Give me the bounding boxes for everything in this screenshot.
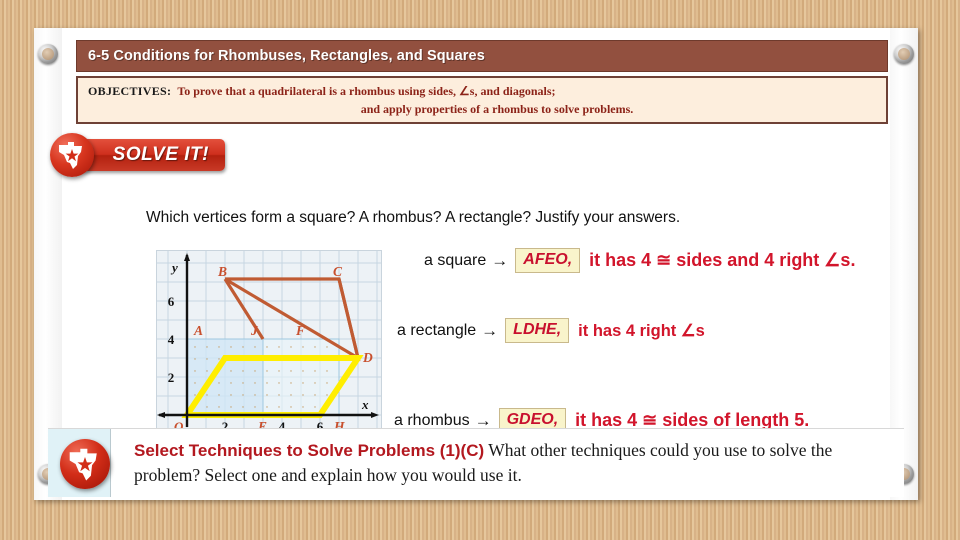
- point-label-A: A: [193, 323, 203, 338]
- slide-canvas: 6-5 Conditions for Rhombuses, Rectangles…: [34, 28, 918, 500]
- objectives-box: OBJECTIVES: To prove that a quadrilateral…: [76, 76, 888, 124]
- x-axis-arrow-left-icon: [157, 412, 165, 418]
- page-title: 6-5 Conditions for Rhombuses, Rectangles…: [88, 48, 485, 64]
- y-tick-4: 4: [168, 332, 175, 347]
- answer-chip-square[interactable]: AFEO,: [515, 248, 581, 273]
- answer-lead-rectangle: a rectangle: [397, 321, 477, 339]
- objectives-label: OBJECTIVES:: [88, 84, 172, 98]
- point-label-F: F: [295, 323, 305, 338]
- answer-lead-rhombus: a rhombus: [394, 411, 470, 429]
- texas-seal-icon: [60, 439, 110, 489]
- point-label-D: D: [362, 350, 373, 365]
- axis-label-x: x: [361, 397, 369, 412]
- teks-callout: Select Techniques to Solve Problems (1)(…: [48, 428, 904, 497]
- brown-segment-cd: [337, 278, 360, 359]
- question-text: Which vertices form a square? A rhombus?…: [146, 209, 681, 226]
- slide-title-bar: 6-5 Conditions for Rhombuses, Rectangles…: [76, 40, 888, 72]
- graph-svg: y x O 2 4 6 2 4 6 B C A J F D E H: [157, 251, 381, 435]
- x-axis-arrow-icon: [371, 412, 379, 418]
- answer-lead-square: a square: [424, 251, 487, 269]
- point-label-J: J: [250, 323, 259, 338]
- objectives-text-1: To prove that a quadrilateral is a rhomb…: [177, 84, 556, 98]
- arrow-icon: →: [481, 320, 499, 340]
- teks-text-block: Select Techniques to Solve Problems (1)(…: [134, 438, 878, 488]
- teks-title: Select Techniques to Solve Problems (1)(…: [134, 441, 485, 460]
- coordinate-graph: y x O 2 4 6 2 4 6 B C A J F D E H: [156, 250, 382, 436]
- objectives-text-2: and apply properties of a rhombus to sol…: [360, 102, 634, 116]
- answer-chip-rectangle[interactable]: LDHE,: [505, 318, 570, 343]
- answer-row-rectangle: a rectangle → LDHE, it has 4 right ∠s: [397, 318, 705, 343]
- rivet-icon: [894, 44, 914, 64]
- answer-row-square: a square → AFEO, it has 4 ≅ sides and 4 …: [424, 248, 855, 273]
- solve-it-banner[interactable]: SOLVE IT!: [48, 133, 228, 177]
- blue-rect-left: [186, 338, 264, 416]
- y-tick-6: 6: [168, 294, 175, 309]
- point-label-B: B: [217, 264, 227, 279]
- rivet-icon: [38, 44, 58, 64]
- y-axis-arrow-icon: [184, 253, 190, 261]
- objectives-line-1: OBJECTIVES: To prove that a quadrilateral…: [88, 84, 556, 99]
- point-label-C: C: [333, 264, 343, 279]
- texas-seal-icon: [50, 133, 94, 177]
- texas-state-icon: [59, 142, 82, 169]
- arrow-icon: →: [491, 250, 509, 270]
- texas-state-icon: [69, 448, 97, 481]
- solve-it-label: SOLVE IT!: [112, 144, 209, 165]
- answer-reason-square: it has 4 ≅ sides and 4 right ∠s.: [589, 250, 856, 270]
- y-tick-2: 2: [168, 370, 175, 385]
- axis-label-y: y: [170, 260, 178, 275]
- answer-reason-rectangle: it has 4 right ∠s: [578, 321, 705, 340]
